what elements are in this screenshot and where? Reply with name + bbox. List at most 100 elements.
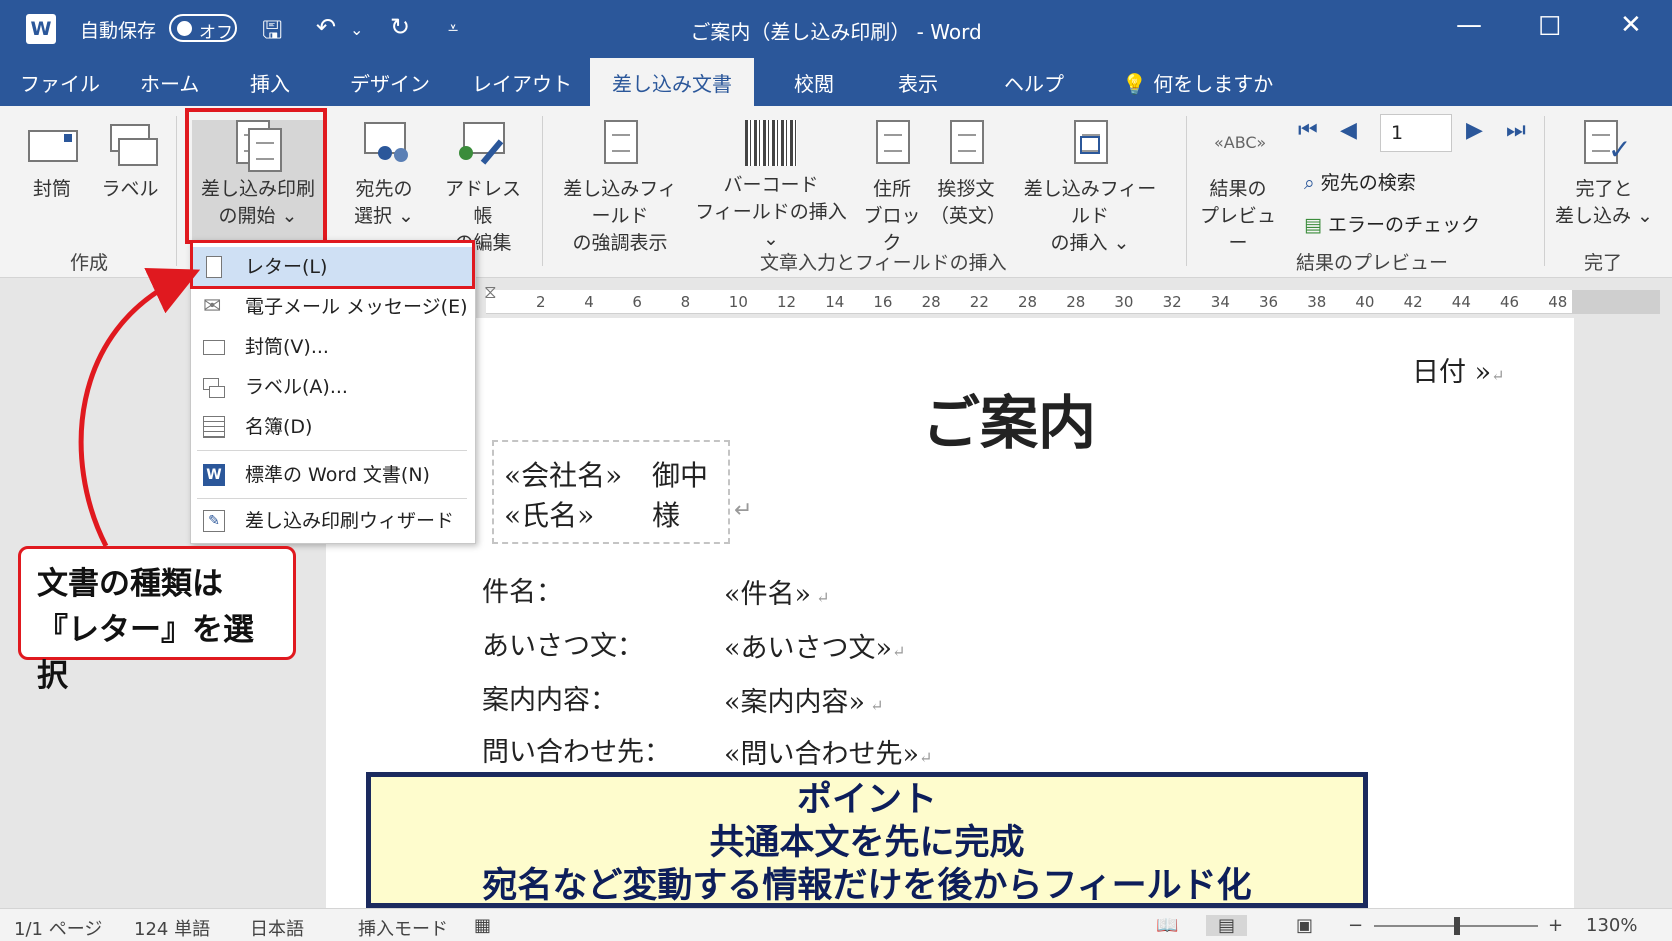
menu-item-envelopes[interactable]: 封筒(V)... [191, 327, 475, 367]
first-record-icon[interactable]: ⏮ [1298, 118, 1318, 143]
tab-file[interactable]: ファイル [20, 68, 100, 97]
labels-icon [106, 120, 158, 170]
menu-item-wizard[interactable]: ✎差し込み印刷ウィザード(W)... [191, 501, 475, 572]
tab-mailings[interactable]: 差し込み文書 [590, 58, 754, 106]
labels-button[interactable]: ラベル [98, 120, 162, 203]
preview-results-button[interactable]: «ABC» 結果の プレビュー [1196, 120, 1280, 257]
tab-layout[interactable]: レイアウト [472, 68, 572, 97]
ruler-margin [1572, 290, 1660, 314]
greeting-line-button[interactable]: 挨拶文 （英文） [930, 120, 1006, 230]
lightbulb-icon: 💡 [1122, 72, 1147, 96]
web-layout-icon[interactable]: ▣ [1296, 915, 1313, 936]
point-note-box: ポイント 共通本文を先に完成 宛名など変動する情報だけを後からフィールド化 [366, 772, 1368, 908]
menu-item-labels-label: ラベル(A)... [245, 376, 348, 398]
subject-field: «件名» ↵ [724, 572, 830, 611]
edit-recipient-list-button[interactable]: アドレス帳 の編集 [438, 120, 528, 257]
ribbon-tabs: ファイル ホーム 挿入 デザイン レイアウト 差し込み文書 校閲 表示 ヘルプ … [0, 58, 1672, 106]
minimize-icon[interactable]: — [1456, 10, 1482, 40]
ruler-tick-label: 6 [632, 293, 642, 311]
insert-field-label-2: の挿入 ⌄ [1050, 232, 1130, 254]
word-count[interactable]: 124 単語 [134, 915, 210, 941]
tab-design[interactable]: デザイン [350, 68, 430, 97]
menu-item-email[interactable]: ✉ 電子メール メッセージ(E) [191, 287, 475, 327]
address-block-button[interactable]: 住所 ブロック [862, 120, 922, 257]
tab-view[interactable]: 表示 [898, 68, 938, 97]
ruler-tick-label: 32 [1162, 293, 1182, 311]
status-bar: 1/1 ページ 124 単語 日本語 挿入モード ▦ 📖 ▤ ▣ − + 130… [0, 908, 1672, 941]
callout-line-2: 『レター』を選択 [37, 612, 254, 694]
email-icon: ✉ [203, 294, 222, 319]
ruler-tick-label: 14 [825, 293, 845, 311]
ruler-tick-label: 4 [584, 293, 594, 311]
insert-field-label-1: 差し込みフィールド [1023, 178, 1157, 227]
greeting-field: «あいさつ文»↵ [724, 626, 905, 665]
insert-barcode-field-button[interactable]: バーコード フィールドの挿入 ⌄ [692, 120, 850, 253]
select-recipients-button[interactable]: 宛先の 選択 ⌄ [344, 120, 424, 230]
group-write-insert-label: 文章入力とフィールドの挿入 [760, 252, 1007, 274]
envelope-button[interactable]: 封筒 [20, 120, 84, 203]
ruler-tick-label: 8 [680, 293, 691, 311]
finish-label-1: 完了と [1575, 178, 1633, 200]
last-record-icon[interactable]: ⏭ [1506, 118, 1526, 143]
page-count[interactable]: 1/1 ページ [14, 915, 102, 941]
preview-label-2: プレビュー [1199, 205, 1276, 254]
tell-me-search[interactable]: 💡 何をしますか [1122, 68, 1273, 97]
person-field: «氏名» [504, 499, 595, 532]
record-number-input[interactable]: 1 [1380, 114, 1452, 152]
menu-item-directory[interactable]: 名簿(D) [191, 407, 475, 447]
ruler-tick-label: 22 [969, 293, 989, 311]
ruler-tick-label: 36 [1259, 293, 1279, 311]
company-suffix: 御中 [652, 459, 709, 492]
zoom-slider[interactable] [1374, 917, 1538, 935]
menu-item-labels[interactable]: ラベル(A)... [191, 367, 475, 407]
zoom-slider-thumb[interactable] [1454, 917, 1460, 935]
window-title: ご案内（差し込み印刷） - Word [690, 20, 982, 44]
insert-merge-field-button[interactable]: 差し込みフィールド の挿入 ⌄ [1018, 120, 1162, 257]
ruler-tick-label: 46 [1500, 293, 1520, 311]
tab-home[interactable]: ホーム [140, 68, 199, 97]
wizard-icon: ✎ [203, 510, 225, 532]
language-indicator[interactable]: 日本語 [250, 915, 304, 941]
tab-review[interactable]: 校閲 [794, 68, 834, 97]
envelope-icon [28, 120, 78, 170]
next-record-icon[interactable]: ▶ [1466, 118, 1483, 143]
finish-merge-icon: ✓ [1580, 120, 1631, 170]
preview-results-icon: «ABC» [1214, 133, 1267, 152]
barcode-icon [745, 120, 797, 166]
menu-item-normal-word-document[interactable]: W 標準の Word 文書(N) [191, 455, 475, 495]
read-mode-icon[interactable]: 📖 [1156, 915, 1178, 936]
separator [176, 116, 177, 266]
find-recipient-button[interactable]: ⌕ 宛先の検索 [1304, 168, 1416, 195]
check-errors-button[interactable]: ▤ エラーのチェック [1304, 210, 1480, 237]
labels-small-icon [203, 376, 225, 398]
check-errors-icon: ▤ [1304, 214, 1322, 236]
labels-label: ラベル [101, 178, 159, 200]
contact-field-text: «問い合わせ先» [724, 739, 920, 770]
print-layout-icon[interactable]: ▤ [1206, 915, 1248, 936]
document-title: ご案内 [922, 389, 1097, 457]
point-line-3: 宛名など変動する情報だけを後からフィールド化 [482, 866, 1252, 906]
greeting-field-text: «あいさつ文» [724, 633, 893, 664]
paragraph-mark: ↵ [865, 696, 884, 715]
barcode-label-2: フィールドの挿入 ⌄ [695, 201, 847, 250]
tab-insert[interactable]: 挿入 [250, 68, 290, 97]
macro-icon[interactable]: ▦ [474, 915, 491, 936]
previous-record-icon[interactable]: ◀ [1340, 118, 1357, 143]
maximize-icon[interactable]: ☐ [1538, 12, 1561, 42]
finish-merge-button[interactable]: ✓ 完了と 差し込み ⌄ [1552, 120, 1656, 230]
content-label: 案内内容： [482, 685, 617, 716]
zoom-out-icon[interactable]: − [1348, 915, 1363, 936]
ruler-tick-label: 2 [536, 293, 546, 311]
insert-mode-indicator[interactable]: 挿入モード [358, 915, 448, 941]
horizontal-ruler[interactable]: 2 4 6 8 10 12 14 16 28 22 28 28 30 32 34 36 38 40 42 44 46 48 [486, 290, 1572, 314]
zoom-in-icon[interactable]: + [1548, 915, 1563, 936]
highlight-merge-fields-button[interactable]: 差し込みフィールド の強調表示 [556, 120, 684, 257]
greeting-label-1: 挨拶文 [937, 178, 995, 200]
zoom-level[interactable]: 130% [1586, 915, 1637, 936]
indent-marker-icon[interactable]: ⧖ [484, 282, 497, 303]
ruler-tick-label: 40 [1355, 293, 1375, 311]
tab-help[interactable]: ヘルプ [1004, 68, 1064, 97]
close-icon[interactable]: ✕ [1620, 10, 1642, 40]
ruler-tick-label: 44 [1451, 293, 1471, 311]
address-textbox[interactable]: «会社名» 御中 «氏名» 様 [492, 440, 730, 544]
